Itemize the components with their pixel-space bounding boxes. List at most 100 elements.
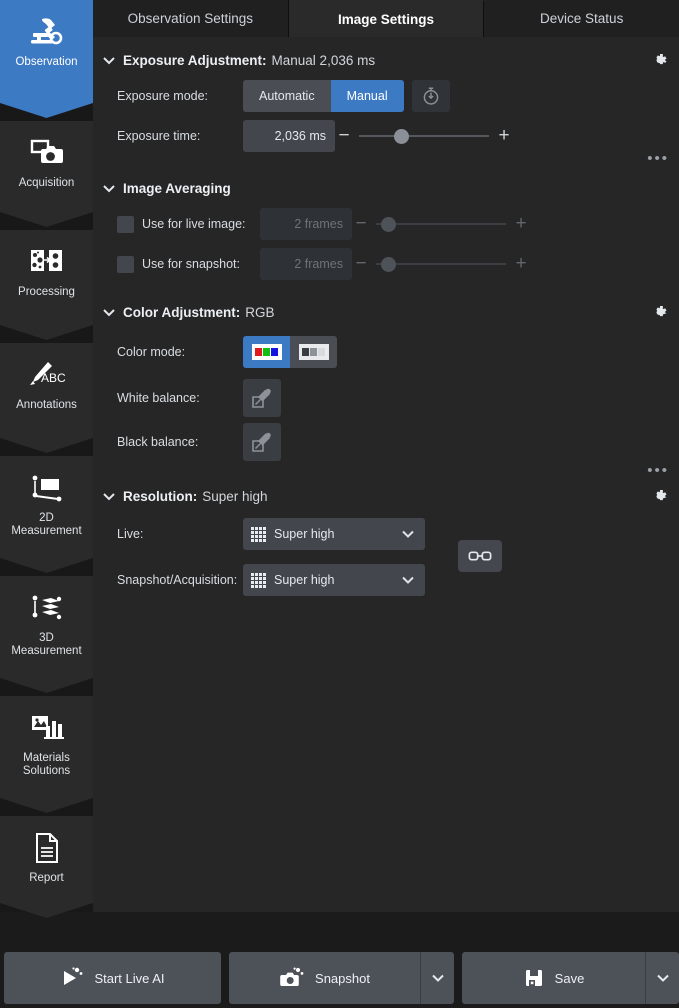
section-header-color-adjustment[interactable]: Color Adjustment: RGB [93,299,679,325]
use-for-snapshot-checkbox[interactable] [117,256,134,273]
gear-icon[interactable] [651,303,669,321]
snapshot-frames-increase-button[interactable]: + [512,252,530,276]
chevron-down-icon [399,571,417,589]
color-overflow-button[interactable]: ••• [647,467,669,475]
exposure-mode-manual-button[interactable]: Manual [331,80,404,112]
resolution-live-dropdown[interactable]: Super high [243,518,425,550]
tab-device-status[interactable]: Device Status [484,0,679,37]
play-ai-icon [60,967,84,989]
exposure-mode-segmented: Automatic Manual [243,80,404,112]
snapshot-frames-value[interactable]: 2 frames [260,248,352,280]
exposure-time-value[interactable]: 2,036 ms [243,120,335,152]
sidebar-item-materials-solutions[interactable]: MaterialsSolutions [0,696,93,813]
live-frames-increase-button[interactable]: + [512,212,530,236]
snapshot-dropdown-button[interactable] [420,952,454,1004]
save-button[interactable]: Save [462,952,645,1004]
section-header-exposure-adjustment[interactable]: Exposure Adjustment: Manual 2,036 ms [93,47,679,73]
snapshot-label: Snapshot [315,971,370,986]
sidebar-item-observation[interactable]: Observation [0,0,93,118]
chevron-down-icon [101,52,117,68]
tab-observation-settings[interactable]: Observation Settings [93,0,289,37]
color-mode-rgb-button[interactable] [243,336,290,368]
use-for-snapshot-label: Use for snapshot: [142,257,260,271]
row-averaging-live: Use for live image: 2 frames − + [93,207,679,241]
section-value: RGB [245,305,274,320]
live-frames-value[interactable]: 2 frames [260,208,352,240]
white-balance-picker-button[interactable] [243,379,281,417]
exposure-mode-label: Exposure mode: [93,89,243,103]
sidebar-item-label: Report [26,872,67,885]
sidebar-item-annotations[interactable]: ABC Annotations [0,343,93,453]
tab-image-settings[interactable]: Image Settings [289,0,485,37]
gear-icon[interactable] [651,51,669,69]
black-balance-picker-button[interactable] [243,423,281,461]
row-white-balance: White balance: [93,381,679,415]
resolution-snapshot-label: Snapshot/Acquisition: [93,573,243,587]
snapshot-frames-slider[interactable] [376,252,506,276]
exposure-time-increase-button[interactable]: + [495,124,513,148]
resolution-snapshot-value: Super high [274,573,399,587]
camera-ai-icon [279,967,305,989]
save-dropdown-button[interactable] [645,952,679,1004]
chevron-down-icon [429,969,447,987]
start-live-ai-group: Start Live AI [4,952,221,1004]
section-header-image-averaging[interactable]: Image Averaging [93,175,679,201]
color-mode-monochrome-button[interactable] [290,336,337,368]
start-live-ai-label: Start Live AI [94,971,164,986]
resolution-link-button[interactable] [458,540,502,572]
gear-icon[interactable] [651,487,669,505]
exposure-time-decrease-button[interactable]: − [335,124,353,148]
section-title: Image Averaging [123,181,231,196]
live-frames-decrease-button[interactable]: − [352,212,370,236]
section-header-resolution[interactable]: Resolution: Super high [93,483,679,509]
stopwatch-icon [420,85,442,107]
start-live-ai-button[interactable]: Start Live AI [4,952,221,1004]
slider-thumb[interactable] [381,257,396,272]
3d-measure-icon [27,588,67,628]
row-color-mode: Color mode: [93,335,679,369]
resolution-snapshot-dropdown[interactable]: Super high [243,564,425,596]
sidebar-item-label: Observation [12,56,80,69]
sidebar-item-3d-measurement[interactable]: 3DMeasurement [0,576,93,693]
sidebar-item-acquisition[interactable]: Acquisition [0,121,93,227]
abc-pencil-icon: ABC [27,355,67,395]
section-title: Exposure Adjustment: [123,53,267,68]
section-title: Resolution: [123,489,197,504]
exposure-time-slider[interactable] [359,124,489,148]
row-exposure-mode: Exposure mode: Automatic Manual [93,79,679,113]
2d-measure-icon [27,468,67,508]
chevron-down-icon [101,304,117,320]
section-value: Super high [202,489,267,504]
snapshot-frames-decrease-button[interactable]: − [352,252,370,276]
sidebar-item-processing[interactable]: Processing [0,230,93,340]
row-averaging-snapshot: Use for snapshot: 2 frames − + [93,247,679,281]
sidebar-item-2d-measurement[interactable]: 2DMeasurement [0,456,93,573]
exposure-overflow-button[interactable]: ••• [647,155,669,163]
chevron-down-icon [399,525,417,543]
svg-text:ABC: ABC [41,371,66,385]
chevron-down-icon [654,969,672,987]
exposure-mode-automatic-button[interactable]: Automatic [243,80,331,112]
save-group: Save [462,952,679,1004]
snapshot-button[interactable]: Snapshot [229,952,420,1004]
sidebar-item-label: 2DMeasurement [8,512,84,538]
live-frames-slider[interactable] [376,212,506,236]
resolution-live-label: Live: [93,527,243,541]
floppy-disk-icon [523,967,545,989]
white-balance-label: White balance: [93,391,243,405]
sidebar-item-label: Acquisition [16,177,78,190]
sidebar-item-report[interactable]: Report [0,816,93,918]
sidebar-item-label: MaterialsSolutions [20,752,73,778]
document-icon [27,828,67,868]
chevron-down-icon [101,488,117,504]
slider-thumb[interactable] [381,217,396,232]
use-for-live-image-label: Use for live image: [142,217,260,231]
row-exposure-time: Exposure time: 2,036 ms − + [93,119,679,153]
link-icon [468,548,492,564]
grayscale-bars-icon [299,344,329,360]
snapshot-group: Snapshot [229,952,454,1004]
exposure-timer-button[interactable] [412,80,450,112]
use-for-live-image-checkbox[interactable] [117,216,134,233]
section-value: Manual 2,036 ms [272,53,376,68]
slider-thumb[interactable] [394,129,409,144]
